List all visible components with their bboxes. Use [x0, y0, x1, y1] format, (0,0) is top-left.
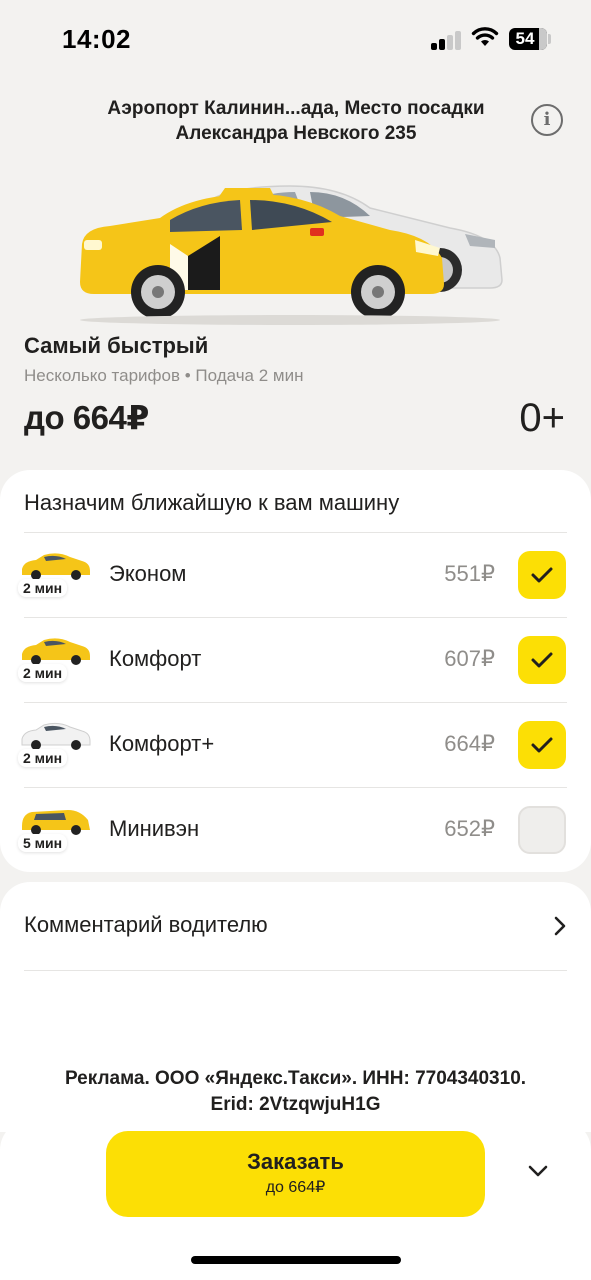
tariff-row-price: 607₽ — [444, 646, 495, 671]
order-button[interactable]: Заказать до 664₽ — [106, 1131, 485, 1217]
checkmark-icon — [531, 567, 553, 583]
wifi-icon — [471, 27, 499, 46]
ad-line-1: Реклама. ООО «Яндекс.Такси». ИНН: 770434… — [64, 1068, 527, 1089]
taxi-car-illustration — [80, 185, 503, 325]
tariff-title: Самый быстрый — [24, 333, 209, 358]
checkbox-econom[interactable] — [518, 551, 566, 599]
checkbox-minivan[interactable] — [518, 806, 566, 854]
tariff-row-econom[interactable]: 2 мин Эконом 551₽ — [0, 533, 591, 618]
order-button-price: до 664₽ — [265, 1179, 326, 1196]
bottom-bar: Заказать до 664₽ — [0, 1120, 591, 1280]
pickup-address[interactable]: Аэропорт Калинин...ада, Место посадки Ал… — [90, 96, 502, 146]
eta-badge: 5 мин — [18, 834, 68, 852]
tariff-name: Минивэн — [109, 816, 200, 841]
address-line-2: Александра Невского 235 — [175, 123, 417, 144]
ad-disclaimer: Реклама. ООО «Яндекс.Такси». ИНН: 770434… — [0, 1066, 591, 1118]
address-line-1: Аэропорт Калинин...ада, Место посадки — [107, 98, 485, 119]
home-indicator — [191, 1256, 401, 1264]
driver-comment-row[interactable]: Комментарий водителю — [0, 882, 591, 970]
eta-badge: 2 мин — [18, 579, 68, 597]
tariff-row-comfort[interactable]: 2 мин Комфорт 607₽ — [0, 618, 591, 703]
tariff-price: до 664₽ — [24, 399, 149, 436]
checkbox-comfort[interactable] — [518, 636, 566, 684]
tariff-row-price: 664₽ — [444, 731, 495, 756]
yellow-taxi-image — [80, 188, 444, 319]
tariff-row-price: 652₽ — [444, 816, 495, 841]
tariff-row-price: 551₽ — [444, 561, 495, 586]
minivan-icon — [22, 810, 90, 835]
checkbox-comfort-plus[interactable] — [518, 721, 566, 769]
tariff-subtitle: Несколько тарифов • Подача 2 мин — [24, 366, 304, 385]
tariff-row-comfort-plus[interactable]: 2 мин Комфорт+ 664₽ — [0, 703, 591, 788]
tariff-name: Комфорт+ — [109, 731, 215, 756]
car-icon — [21, 722, 91, 750]
tariff-options-card: Назначим ближайшую к вам машину 2 мин Эк… — [0, 470, 591, 872]
comment-label: Комментарий водителю — [24, 912, 268, 937]
tariff-name: Комфорт — [109, 646, 202, 671]
tariff-row-minivan[interactable]: 5 мин Минивэн 652₽ — [0, 788, 591, 873]
ad-line-2: Erid: 2VtzqwjuH1G — [210, 1094, 381, 1115]
chevron-right-icon — [554, 916, 566, 936]
child-seat-counter[interactable]: 0+ — [519, 396, 565, 441]
battery-level: 54 — [515, 29, 535, 48]
eta-badge: 2 мин — [18, 749, 68, 767]
status-time: 14:02 — [62, 24, 131, 54]
car-icon — [22, 638, 90, 665]
signal-icon — [431, 30, 463, 50]
chevron-down-icon[interactable] — [527, 1164, 549, 1178]
status-bar: 14:02 54 — [0, 0, 591, 80]
car-icon — [22, 553, 90, 580]
checkmark-icon — [531, 737, 553, 753]
options-title: Назначим ближайшую к вам машину — [24, 490, 400, 515]
order-button-label: Заказать — [247, 1149, 344, 1174]
info-icon[interactable]: i — [531, 104, 563, 136]
eta-badge: 2 мин — [18, 664, 68, 682]
checkmark-icon — [531, 652, 553, 668]
battery-icon: 54 — [509, 28, 547, 50]
tariff-name: Эконом — [109, 561, 187, 586]
